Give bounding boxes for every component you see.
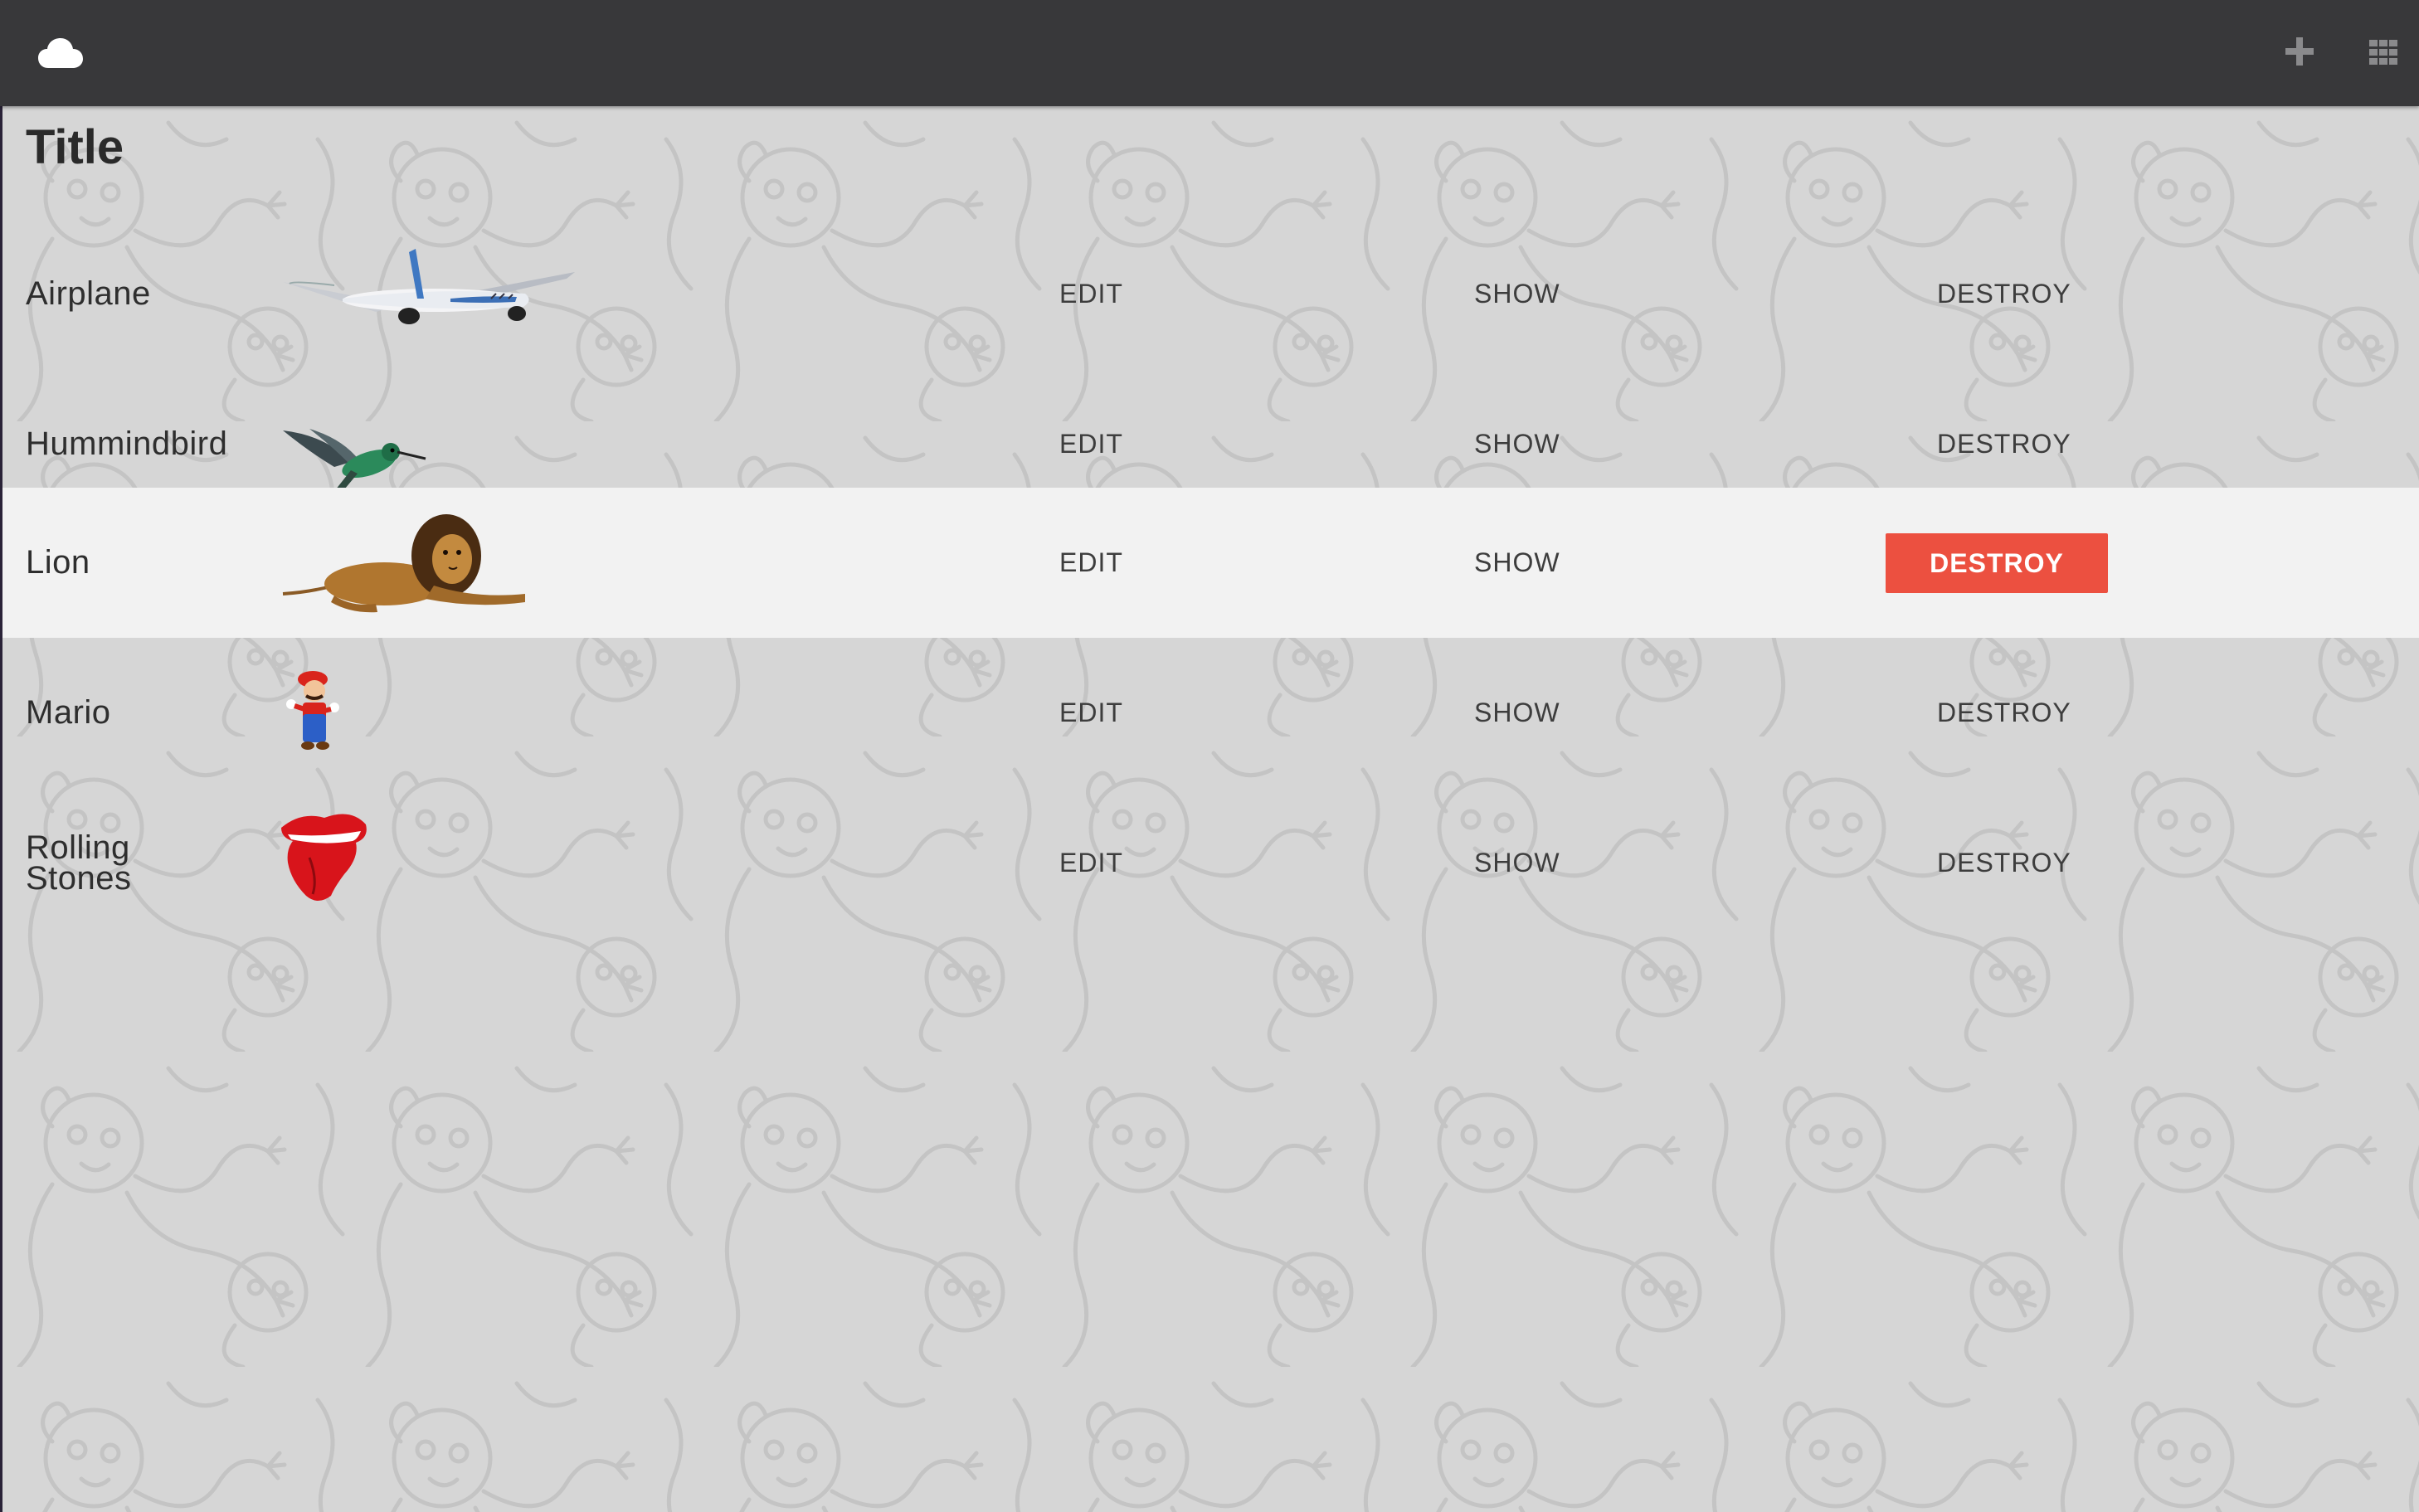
show-link[interactable]: SHOW (1474, 219, 1560, 369)
mario-image (286, 671, 339, 750)
edit-link[interactable]: EDIT (1059, 788, 1123, 938)
row-title: Rolling Stones (26, 829, 132, 897)
show-link[interactable]: SHOW (1474, 788, 1560, 938)
table-row: Mario EDIT SHOW DESTROY (2, 638, 2419, 788)
rolling-stones-logo (281, 814, 367, 901)
show-link[interactable]: SHOW (1474, 638, 1560, 788)
main-content: Title Airplane EDIT SHOW DESTROY Hummind… (0, 106, 2419, 1512)
row-title: Mario (26, 694, 111, 731)
destroy-link[interactable]: DESTROY (1937, 219, 2071, 369)
grid-icon[interactable] (2369, 40, 2397, 65)
show-link[interactable]: SHOW (1474, 488, 1560, 638)
edit-link[interactable]: EDIT (1059, 488, 1123, 638)
destroy-link[interactable]: DESTROY (1937, 638, 2071, 788)
table-row: Rolling Stones EDIT SHOW DESTROY (2, 788, 2419, 938)
page-title: Title (26, 120, 124, 174)
table-row-highlighted: Lion EDIT SHOW DESTROY (2, 488, 2419, 638)
edit-link[interactable]: EDIT (1059, 638, 1123, 788)
top-navbar (0, 0, 2419, 106)
table-row: Airplane EDIT SHOW DESTROY (2, 219, 2419, 369)
destroy-link[interactable]: DESTROY (1937, 788, 2071, 938)
airplane-image (283, 249, 575, 324)
destroy-button[interactable]: DESTROY (1886, 533, 2108, 593)
cloud-icon[interactable] (38, 36, 83, 70)
lion-image (282, 514, 525, 613)
row-title: Lion (26, 544, 90, 581)
row-title: Airplane (26, 275, 151, 312)
edit-link[interactable]: EDIT (1059, 219, 1123, 369)
plus-icon[interactable] (2283, 35, 2316, 68)
